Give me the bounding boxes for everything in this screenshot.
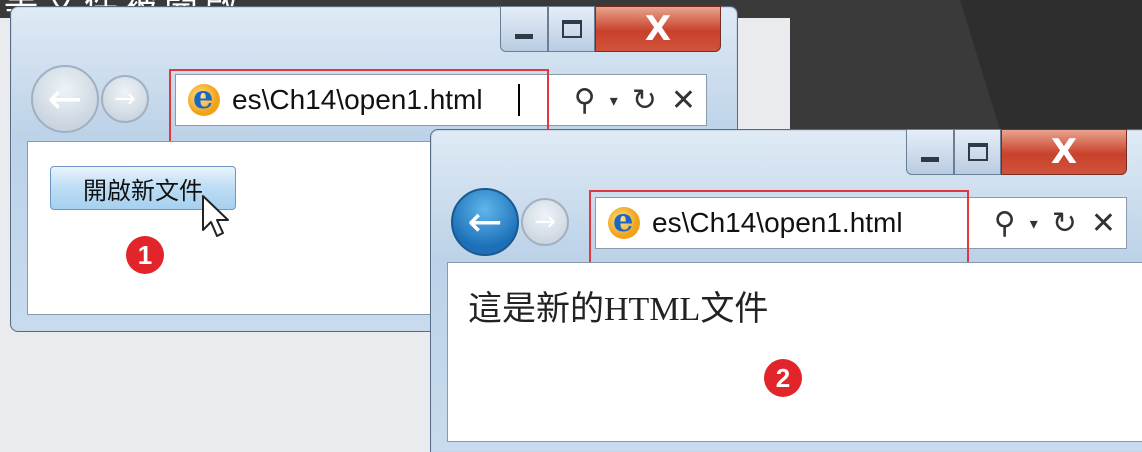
forward-arrow-icon: → [534, 207, 556, 237]
dropdown-arrow-icon[interactable]: ▾ [610, 91, 618, 110]
maximize-button[interactable] [548, 6, 595, 52]
back-arrow-icon: ← [47, 74, 83, 123]
forward-arrow-icon: → [114, 84, 136, 114]
maximize-button[interactable] [954, 129, 1001, 175]
close-button[interactable]: X [595, 6, 721, 52]
maximize-icon [561, 20, 582, 38]
step-badge-2: 2 [764, 359, 802, 397]
address-highlight-box [589, 190, 969, 272]
window-controls: X [906, 129, 1127, 175]
back-button[interactable]: ← [31, 65, 99, 133]
refresh-icon[interactable]: ↻ [632, 83, 657, 118]
window-controls: X [500, 6, 721, 52]
step-badge-1: 1 [126, 236, 164, 274]
back-arrow-icon: ← [467, 197, 503, 246]
stop-icon[interactable]: ✕ [1091, 206, 1116, 241]
page-content: 這是新的HTML文件 2 [447, 262, 1142, 442]
search-icon[interactable]: ⚲ [574, 83, 596, 118]
maximize-icon [967, 143, 988, 161]
dropdown-arrow-icon[interactable]: ▾ [1030, 214, 1038, 233]
search-icon[interactable]: ⚲ [994, 206, 1016, 241]
browser-window-2: X ← → es\Ch14\open1.html ⚲ ▾ ↻ ✕ 這是新的HTM… [430, 129, 1142, 452]
minimize-button[interactable] [500, 6, 548, 52]
minimize-icon [515, 33, 533, 39]
mouse-cursor-icon [202, 195, 229, 237]
close-icon: X [644, 9, 672, 49]
minimize-button[interactable] [906, 129, 954, 175]
refresh-icon[interactable]: ↻ [1052, 206, 1077, 241]
back-button[interactable]: ← [451, 188, 519, 256]
minimize-icon [921, 156, 939, 162]
forward-button[interactable]: → [101, 75, 149, 123]
address-tools: ⚲ ▾ ↻ ✕ [574, 83, 696, 118]
stop-icon[interactable]: ✕ [671, 83, 696, 118]
forward-button[interactable]: → [521, 198, 569, 246]
close-button[interactable]: X [1001, 129, 1127, 175]
document-text: 這是新的HTML文件 [468, 291, 769, 328]
close-icon: X [1050, 132, 1078, 172]
address-tools: ⚲ ▾ ↻ ✕ [994, 206, 1116, 241]
